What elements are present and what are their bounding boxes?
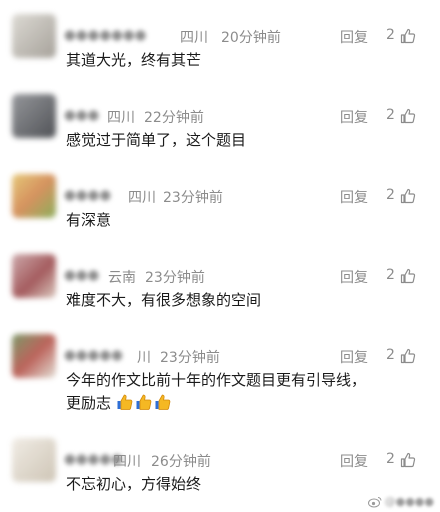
- avatar[interactable]: [12, 334, 56, 378]
- comment-text: 难度不大，有很多想象的空间: [66, 291, 262, 309]
- comment-text-line2: 更励志: [66, 394, 112, 412]
- reply-button[interactable]: 回复: [340, 267, 368, 287]
- comment-location: 四川: [128, 190, 156, 206]
- comment-time: 26分钟前: [151, 454, 211, 470]
- username-blurred[interactable]: ●●●: [64, 107, 99, 123]
- reply-button[interactable]: 回复: [340, 187, 368, 207]
- comment-text: 不忘初心，方得始终: [66, 475, 202, 493]
- username-blurred[interactable]: ●●●: [64, 267, 99, 283]
- thumbs-up-icon[interactable]: [400, 348, 416, 364]
- thumbs-up-icon[interactable]: [400, 108, 416, 124]
- thumbs-up-icon[interactable]: [400, 452, 416, 468]
- like-count: 2: [386, 347, 395, 363]
- comment-time: 23分钟前: [163, 190, 223, 206]
- like-count: 2: [386, 451, 395, 467]
- watermark-text-blurred: @●●●●: [384, 495, 434, 508]
- avatar[interactable]: [12, 254, 56, 298]
- username-blurred[interactable]: ●●●●●: [64, 347, 123, 363]
- like-count: 2: [386, 27, 395, 43]
- comment-location: 四川: [113, 454, 141, 470]
- comment-time: 23分钟前: [145, 270, 205, 286]
- thumbs-up-icon[interactable]: [400, 188, 416, 204]
- thumbs-up-emoji: [117, 394, 133, 410]
- thumbs-up-icon[interactable]: [400, 268, 416, 284]
- comment-time: 22分钟前: [144, 110, 204, 126]
- comment-location: 川: [137, 350, 151, 366]
- thumbs-up-emoji: [136, 394, 152, 410]
- username-blurred[interactable]: ●●●●●●●: [64, 27, 146, 43]
- reply-button[interactable]: 回复: [340, 27, 368, 47]
- comment-text: 今年的作文比前十年的作文题目更有引导线， 更励志: [66, 369, 406, 415]
- comment-text: 感觉过于简单了，这个题目: [66, 131, 247, 149]
- comment-location: 四川: [107, 110, 135, 126]
- thumbs-up-icon[interactable]: [400, 28, 416, 44]
- comment-time: 23分钟前: [160, 350, 220, 366]
- reply-button[interactable]: 回复: [340, 347, 368, 367]
- thumbs-up-emoji: [155, 394, 171, 410]
- comment-text-line1: 今年的作文比前十年的作文题目更有引导线，: [66, 371, 367, 389]
- avatar[interactable]: [12, 174, 56, 218]
- thumbs-up-emoji-group: [111, 394, 173, 412]
- avatar[interactable]: [12, 94, 56, 138]
- avatar[interactable]: [12, 14, 56, 58]
- reply-button[interactable]: 回复: [340, 451, 368, 471]
- comment-text: 其道大光，终有其芒: [66, 51, 202, 69]
- username-blurred[interactable]: ●●●●: [64, 187, 111, 203]
- like-count: 2: [386, 107, 395, 123]
- like-count: 2: [386, 267, 395, 283]
- comment-time: 20分钟前: [221, 30, 281, 46]
- comment-text: 有深意: [66, 211, 112, 229]
- comment-location: 四川: [180, 30, 208, 46]
- avatar[interactable]: [12, 438, 56, 482]
- like-count: 2: [386, 187, 395, 203]
- watermark: @●●●●: [367, 495, 434, 508]
- reply-button[interactable]: 回复: [340, 107, 368, 127]
- weibo-logo-icon: [367, 496, 382, 507]
- comment-location: 云南: [108, 270, 136, 286]
